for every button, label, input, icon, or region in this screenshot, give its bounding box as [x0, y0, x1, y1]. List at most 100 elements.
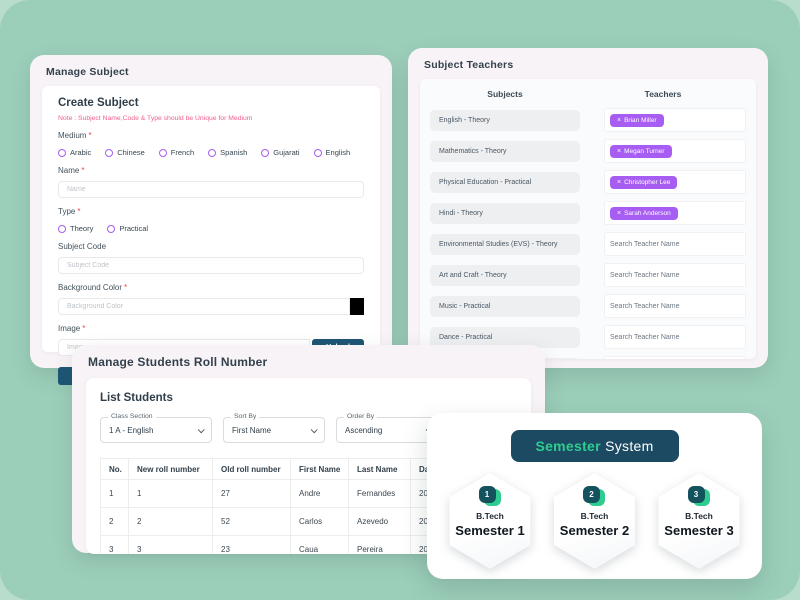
program-label: B.Tech: [476, 511, 504, 521]
subject-pill: Environmental Studies (EVS) - Theory: [430, 234, 580, 255]
cell-old-roll: 23: [213, 536, 291, 555]
required-asterisk: *: [81, 166, 84, 175]
image-label: Image*: [58, 324, 364, 333]
students-table: No. New roll number Old roll number Firs…: [100, 458, 469, 554]
teacher-field[interactable]: ×Sarah Anderson: [604, 201, 746, 225]
name-field[interactable]: [58, 181, 364, 198]
medium-radio-gujarati[interactable]: Gujarati: [261, 148, 299, 157]
teacher-chip[interactable]: ×Megan Turner: [610, 145, 672, 158]
required-asterisk: *: [77, 207, 80, 216]
manage-students-title: Manage Students Roll Number: [72, 345, 545, 378]
semester-title-accent: Semester: [535, 438, 600, 454]
table-row: Environmental Studies (EVS) - Theory Sea…: [430, 232, 746, 256]
semester-title-rest: System: [601, 438, 654, 454]
sort-by-label: Sort By: [231, 413, 259, 420]
radio-icon: [58, 149, 66, 157]
cell-new-roll: 3: [129, 536, 213, 555]
teacher-field[interactable]: ×Megan Turner: [604, 139, 746, 163]
remove-teacher-icon[interactable]: ×: [617, 179, 621, 186]
subject-code-field[interactable]: [58, 257, 364, 274]
table-row: Music - Practical Search Teacher Name: [430, 294, 746, 318]
semester-number-icon: 1: [479, 486, 502, 506]
teacher-search-field[interactable]: Search Teacher Name: [604, 325, 746, 349]
teacher-chip[interactable]: ×Sarah Anderson: [610, 207, 678, 220]
subject-pill: Mathematics - Theory: [430, 141, 580, 162]
semester-2-badge[interactable]: 2 B.Tech Semester 2: [549, 473, 641, 569]
chevron-down-icon: [311, 426, 318, 433]
create-subject-form: Create Subject Note : Subject Name,Code …: [42, 86, 380, 352]
semester-3-badge[interactable]: 3 B.Tech Semester 3: [653, 473, 745, 569]
background-color-field[interactable]: [58, 298, 350, 315]
background-color-group: [58, 298, 364, 315]
medium-label: Medium*: [58, 131, 364, 140]
teacher-field[interactable]: ×Brian Miller: [604, 108, 746, 132]
remove-teacher-icon[interactable]: ×: [617, 117, 621, 124]
chevron-down-icon: [198, 426, 205, 433]
table-row: Art and Craft - Theory Search Teacher Na…: [430, 263, 746, 287]
sort-by-value: First Name: [232, 426, 311, 435]
semester-label: Semester 3: [664, 523, 733, 538]
column-header-new-roll: New roll number: [129, 459, 213, 480]
cell-no: 2: [101, 508, 129, 536]
students-table-header: No. New roll number Old roll number Firs…: [101, 459, 469, 480]
unique-note: Note : Subject Name,Code & Type should b…: [58, 115, 364, 122]
medium-radio-french[interactable]: French: [159, 148, 194, 157]
table-row: English - Theory ×Brian Miller: [430, 108, 746, 132]
medium-radio-spanish[interactable]: Spanish: [208, 148, 247, 157]
remove-teacher-icon[interactable]: ×: [617, 210, 621, 217]
sort-by-select[interactable]: Sort By First Name: [223, 417, 325, 443]
semester-system-titlebar: Semester System: [511, 430, 679, 462]
medium-radio-chinese[interactable]: Chinese: [105, 148, 145, 157]
radio-icon: [159, 149, 167, 157]
type-label: Type*: [58, 207, 364, 216]
cell-new-roll: 1: [129, 480, 213, 508]
class-section-select[interactable]: Class Section 1 A - English: [100, 417, 212, 443]
hexagon-shape: 2 B.Tech Semester 2: [549, 473, 641, 569]
manage-subject-panel: Manage Subject Create Subject Note : Sub…: [30, 55, 392, 368]
subject-pill: English - Theory: [430, 110, 580, 131]
teacher-search-placeholder: Search Teacher Name: [610, 272, 680, 279]
radio-icon: [107, 225, 115, 233]
order-by-label: Order By: [344, 413, 377, 420]
cell-last-name: Azevedo: [349, 508, 411, 536]
subject-teachers-panel: Subject Teachers Subjects Teachers Engli…: [408, 48, 768, 368]
teacher-search-field[interactable]: Search Teacher Name: [604, 232, 746, 256]
subject-pill: Physical Education - Practical: [430, 172, 580, 193]
subject-teachers-title: Subject Teachers: [408, 48, 768, 79]
create-subject-heading: Create Subject: [58, 97, 364, 109]
column-header-no: No.: [101, 459, 129, 480]
teacher-field[interactable]: ×Christopher Lee: [604, 170, 746, 194]
subjects-column-header: Subjects: [430, 89, 580, 99]
order-by-select[interactable]: Order By Ascending: [336, 417, 440, 443]
subject-pill: Hindi - Theory: [430, 203, 580, 224]
type-radio-practical[interactable]: Practical: [107, 224, 148, 233]
table-row: Mathematics - Theory ×Megan Turner: [430, 139, 746, 163]
hexagon-shape: 3 B.Tech Semester 3: [653, 473, 745, 569]
teacher-search-field[interactable]: Search Teacher Name: [604, 294, 746, 318]
teacher-search-field[interactable]: Search Teacher Name: [604, 263, 746, 287]
color-swatch[interactable]: [350, 298, 364, 315]
required-asterisk: *: [82, 324, 85, 333]
teacher-chip[interactable]: ×Christopher Lee: [610, 176, 677, 189]
table-row: 3 3 23 Caua Pereira 202: [101, 536, 469, 555]
remove-teacher-icon[interactable]: ×: [617, 148, 621, 155]
table-row: Physical Education - Practical ×Christop…: [430, 170, 746, 194]
semester-system-card: Semester System 1 B.Tech Semester 1 2: [427, 413, 762, 579]
semester-label: Semester 1: [455, 523, 524, 538]
teacher-search-field[interactable]: Search Teacher Name: [604, 356, 746, 359]
medium-radio-english[interactable]: English: [314, 148, 351, 157]
subject-teachers-table: Subjects Teachers English - Theory ×Bria…: [420, 79, 756, 359]
background-color-label: Background Color*: [58, 283, 364, 292]
required-asterisk: *: [88, 131, 91, 140]
medium-radio-group: Arabic Chinese French Spanish Gujarati E…: [58, 148, 364, 157]
table-row: 2 2 52 Carlos Azevedo 202: [101, 508, 469, 536]
teacher-chip[interactable]: ×Brian Miller: [610, 114, 664, 127]
cell-old-roll: 27: [213, 480, 291, 508]
medium-radio-arabic[interactable]: Arabic: [58, 148, 91, 157]
type-radio-theory[interactable]: Theory: [58, 224, 93, 233]
teacher-search-placeholder: Search Teacher Name: [610, 241, 680, 248]
cell-first-name: Carlos: [291, 508, 349, 536]
type-radio-group: Theory Practical: [58, 224, 364, 233]
semester-1-badge[interactable]: 1 B.Tech Semester 1: [444, 473, 536, 569]
manage-subject-title: Manage Subject: [30, 55, 392, 86]
